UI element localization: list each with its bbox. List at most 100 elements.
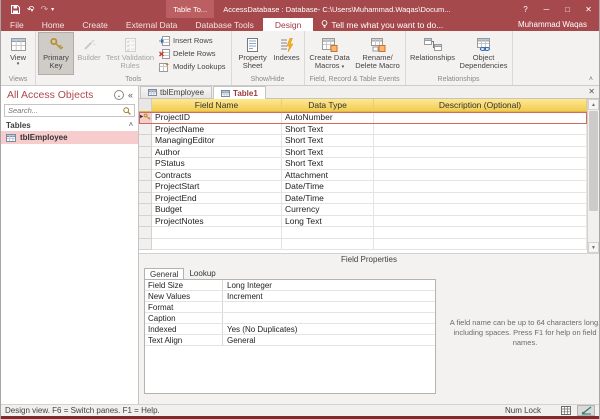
object-dependencies-button[interactable]: Object Dependencies [458, 32, 510, 75]
description-cell[interactable] [374, 239, 587, 251]
property-value[interactable] [223, 313, 435, 323]
delete-rows-button[interactable]: Delete Rows [159, 48, 226, 59]
rename-delete-macro-button[interactable]: Rename/ Delete Macro [353, 32, 403, 75]
tab-database-tools[interactable]: Database Tools [186, 18, 262, 31]
close-button[interactable]: ✕ [578, 0, 599, 18]
description-cell[interactable] [374, 227, 587, 239]
view-button[interactable]: View ▾ [3, 32, 33, 75]
scroll-up-icon[interactable]: ▲ [588, 99, 599, 110]
row-selector[interactable] [139, 181, 152, 193]
tab-create[interactable]: Create [73, 18, 117, 31]
scroll-down-icon[interactable]: ▼ [588, 242, 599, 253]
field-name-cell[interactable] [152, 239, 282, 251]
data-type-cell[interactable]: Long Text [282, 216, 374, 228]
description-cell[interactable] [374, 124, 587, 136]
data-type-cell[interactable]: Short Text [282, 158, 374, 170]
field-name-cell[interactable]: ProjectEnd [152, 193, 282, 205]
data-type-cell[interactable]: Short Text [282, 124, 374, 136]
property-value[interactable]: General [223, 335, 435, 345]
nav-group-tables[interactable]: Tables ˄ [1, 119, 138, 131]
redo-button[interactable]: ↷ [41, 4, 49, 15]
row-selector[interactable] [139, 135, 152, 147]
insert-rows-button[interactable]: Insert Rows [159, 35, 226, 46]
field-name-cell[interactable]: ProjectName [152, 124, 282, 136]
description-cell[interactable] [374, 147, 587, 159]
vertical-scrollbar[interactable]: ▲ ▼ [587, 99, 599, 253]
nav-item-tblemployee[interactable]: tblEmployee [1, 131, 138, 144]
contextual-tab-table-tools[interactable]: Table To... [166, 0, 214, 18]
data-type-cell[interactable] [282, 239, 374, 251]
row-selector[interactable] [139, 227, 152, 239]
design-view-button[interactable] [577, 405, 595, 416]
undo-button[interactable]: ↶▾ [27, 4, 34, 15]
data-type-cell[interactable]: Date/Time [282, 181, 374, 193]
data-type-cell[interactable]: Currency [282, 204, 374, 216]
property-value[interactable]: Long Integer [223, 280, 435, 290]
search-input[interactable] [5, 106, 123, 115]
field-name-cell[interactable]: PStatus [152, 158, 282, 170]
description-cell[interactable] [374, 158, 587, 170]
data-type-cell[interactable] [282, 227, 374, 239]
modify-lookups-button[interactable]: Modify Lookups [159, 61, 226, 72]
field-name-cell[interactable]: ProjectNotes [152, 216, 282, 228]
field-name-cell[interactable]: ProjectID [152, 112, 282, 124]
collapse-group-icon[interactable]: ˄ [129, 122, 133, 129]
row-selector[interactable] [139, 216, 152, 228]
doc-tab-table1[interactable]: Table1 [213, 86, 266, 99]
help-button[interactable]: ? [515, 0, 536, 18]
data-type-cell[interactable]: Date/Time [282, 193, 374, 205]
tab-design[interactable]: Design [263, 18, 313, 31]
description-cell[interactable] [374, 193, 587, 205]
indexes-button[interactable]: Indexes [272, 32, 302, 75]
relationships-button[interactable]: Relationships [408, 32, 458, 75]
row-selector[interactable] [139, 158, 152, 170]
row-selector[interactable]: ▶ [139, 112, 152, 124]
row-selector[interactable] [139, 239, 152, 251]
collapse-ribbon-button[interactable]: ˄ [589, 76, 593, 83]
scrollbar-thumb[interactable] [589, 111, 598, 211]
row-selector[interactable] [139, 170, 152, 182]
field-name-cell[interactable]: Contracts [152, 170, 282, 182]
minimize-button[interactable]: ─ [536, 0, 557, 18]
description-cell[interactable] [374, 181, 587, 193]
data-type-cell[interactable]: AutoNumber [282, 112, 374, 124]
shutter-bar-close-icon[interactable]: « [128, 90, 133, 100]
field-name-cell[interactable]: Author [152, 147, 282, 159]
row-selector[interactable] [139, 147, 152, 159]
account-user-name[interactable]: Muhammad Waqas [518, 18, 599, 31]
save-icon[interactable] [11, 5, 20, 14]
property-sheet-button[interactable]: Property Sheet [234, 32, 272, 75]
tab-external-data[interactable]: External Data [117, 18, 187, 31]
property-value[interactable]: Yes (No Duplicates) [223, 324, 435, 334]
close-document-icon[interactable]: ✕ [588, 87, 595, 96]
description-cell[interactable] [374, 170, 587, 182]
row-selector[interactable] [139, 124, 152, 136]
tell-me-box[interactable]: Tell me what you want to do... [313, 18, 451, 31]
description-cell[interactable] [374, 204, 587, 216]
field-name-cell[interactable] [152, 227, 282, 239]
row-selector[interactable] [139, 193, 152, 205]
search-icon[interactable] [123, 107, 134, 115]
property-value[interactable]: Increment [223, 291, 435, 301]
doc-tab-tblemployee[interactable]: tblEmployee [140, 86, 212, 98]
description-cell[interactable] [374, 112, 587, 124]
tab-home[interactable]: Home [33, 18, 74, 31]
field-name-cell[interactable]: Budget [152, 204, 282, 216]
property-value[interactable] [223, 302, 435, 312]
customize-qat-button[interactable]: ▾ [51, 6, 54, 13]
field-name-cell[interactable]: ProjectStart [152, 181, 282, 193]
create-data-macros-button[interactable]: Create Data Macros ▾ [307, 32, 353, 75]
tab-lookup[interactable]: Lookup [184, 268, 220, 279]
data-type-cell[interactable]: Short Text [282, 147, 374, 159]
maximize-button[interactable]: □ [557, 0, 578, 18]
description-cell[interactable] [374, 216, 587, 228]
tab-file[interactable]: File [1, 18, 33, 31]
description-cell[interactable] [374, 135, 587, 147]
data-type-cell[interactable]: Short Text [282, 135, 374, 147]
datasheet-view-button[interactable] [557, 405, 575, 416]
row-selector[interactable] [139, 204, 152, 216]
tab-general[interactable]: General [144, 268, 184, 279]
data-type-cell[interactable]: Attachment [282, 170, 374, 182]
nav-menu-icon[interactable]: ⌄ [114, 90, 124, 100]
field-name-cell[interactable]: ManagingEditor [152, 135, 282, 147]
